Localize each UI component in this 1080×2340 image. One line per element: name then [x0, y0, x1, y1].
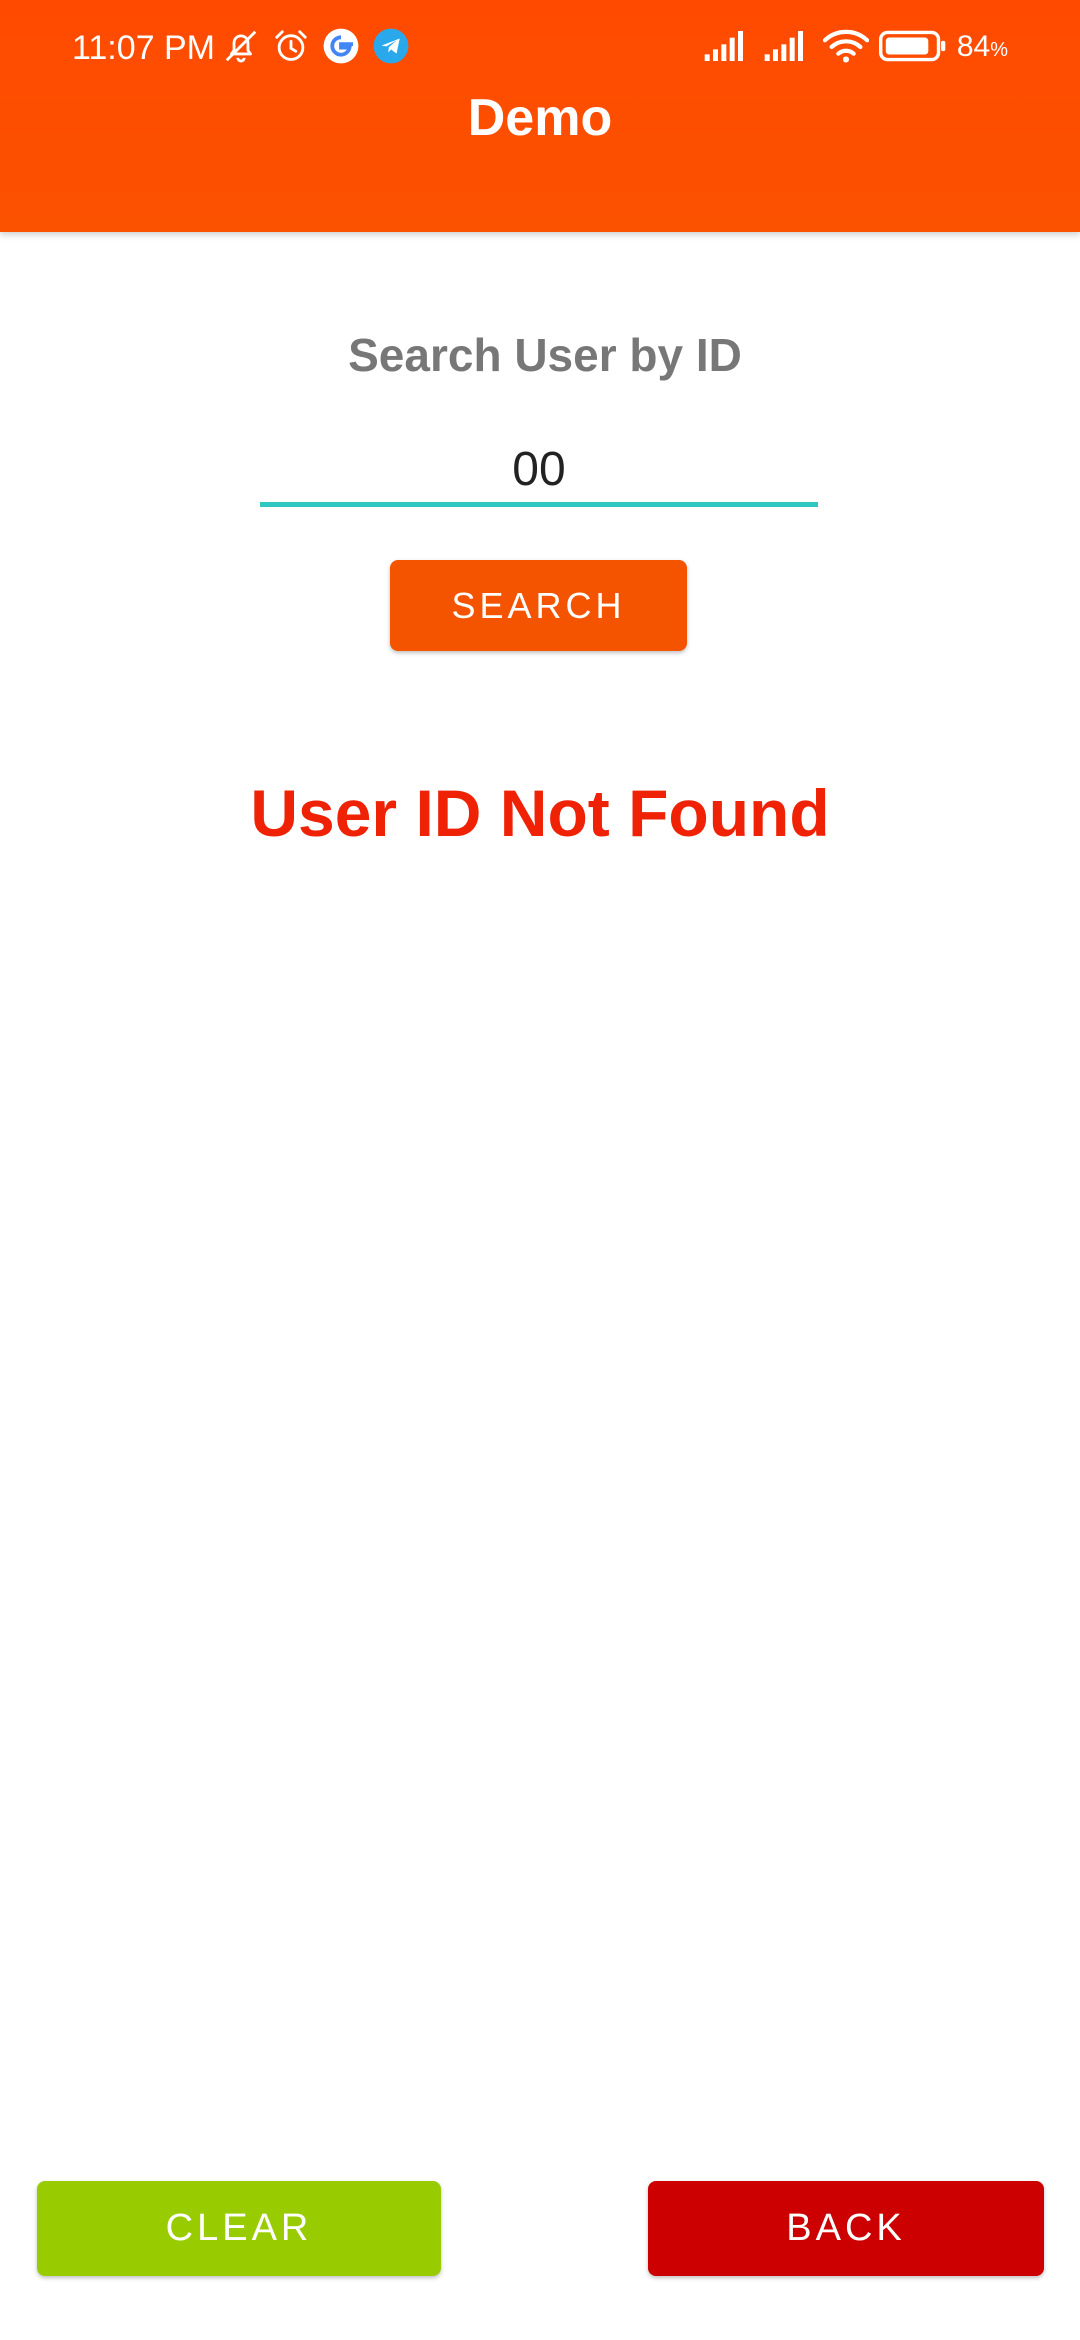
telegram-icon: [372, 27, 410, 70]
battery-icon: [878, 29, 947, 68]
battery-percent-value: 84: [956, 29, 991, 63]
app-bar: 11:07 PM 84% Demo: [0, 0, 1080, 232]
search-button[interactable]: SEARCH: [390, 560, 687, 651]
bell-off-icon: [222, 27, 260, 70]
status-time: 11:07 PM: [72, 29, 216, 67]
user-id-input[interactable]: [260, 436, 818, 507]
search-label: Search User by ID: [348, 329, 742, 381]
screen: 11:07 PM 84% Demo Search User by ID 00 S…: [0, 0, 1080, 2340]
battery-percent-unit: %: [990, 38, 1008, 61]
result-message: User ID Not Found: [250, 776, 830, 850]
clear-button[interactable]: CLEAR: [37, 2181, 441, 2276]
signal-icon: [763, 29, 813, 68]
alarm-clock-icon: [272, 27, 310, 70]
back-button[interactable]: BACK: [648, 2181, 1044, 2276]
page-title: Demo: [467, 89, 613, 147]
notification-icons: [222, 28, 410, 68]
wifi-icon: [822, 28, 870, 69]
google-icon: [322, 27, 360, 70]
signal-icon: [703, 29, 753, 68]
system-icons: 84%: [703, 28, 1008, 68]
battery-percent: 84%: [957, 27, 1008, 70]
